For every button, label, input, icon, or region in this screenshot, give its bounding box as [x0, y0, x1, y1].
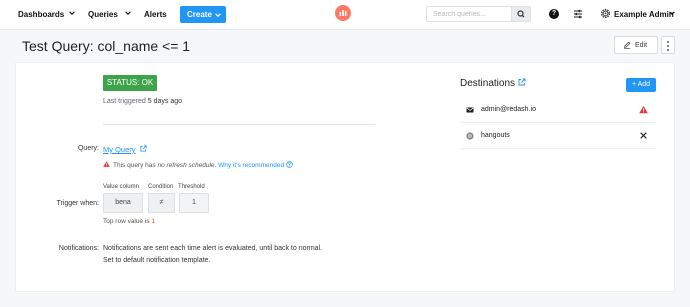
dot-icon	[667, 49, 669, 51]
destination-name: admin@redash.io	[481, 106, 536, 113]
help-icon[interactable]: ?	[549, 9, 559, 19]
page-title: Test Query: col_name <= 1	[22, 38, 191, 54]
search-icon	[517, 10, 525, 18]
edit-button[interactable]: Edit	[614, 36, 658, 54]
help-circle-icon[interactable]	[286, 161, 293, 168]
logo-icon	[339, 10, 347, 21]
hangouts-icon	[466, 132, 474, 140]
dot-icon	[667, 45, 669, 47]
value-column-select[interactable]: bena	[103, 193, 143, 213]
refresh-warning: This query has no refresh schedule. Why …	[113, 161, 293, 169]
warning-icon	[103, 161, 110, 167]
pencil-icon	[624, 41, 631, 49]
notifications-text: Notifications are sent each time alert i…	[103, 245, 323, 252]
top-navbar: Dashboards Queries Alerts Create ?	[0, 0, 690, 30]
create-button-label: Create	[187, 10, 212, 19]
top-row-number: 1	[151, 218, 156, 225]
create-button[interactable]: Create	[180, 6, 226, 23]
trigger-when-label: Trigger when:	[56, 200, 99, 207]
more-options-button[interactable]	[661, 36, 675, 54]
destinations-title-text: Destinations	[460, 78, 516, 89]
close-icon[interactable]	[639, 131, 648, 140]
chevron-down-icon	[215, 13, 221, 17]
nav-dashboards[interactable]: Dashboards	[18, 10, 64, 19]
query-label: Query:	[77, 145, 99, 152]
warning-icon[interactable]	[639, 105, 648, 114]
nav-queries[interactable]: Queries	[88, 10, 118, 19]
warning-emphasis: no refresh schedule	[157, 162, 215, 169]
user-name[interactable]: Example Admin	[614, 10, 674, 19]
status-badge: STATUS: OK	[103, 75, 157, 91]
value-column-header: Value column	[103, 184, 139, 190]
chevron-down-icon[interactable]	[124, 9, 132, 17]
last-triggered-prefix: Last triggered	[103, 98, 146, 105]
destination-name: hangouts	[481, 132, 510, 139]
warning-prefix: This query has	[113, 162, 156, 169]
redash-logo[interactable]	[335, 5, 351, 21]
edit-button-label: Edit	[635, 42, 648, 49]
notification-template-text: Set to default notification template.	[103, 257, 211, 264]
external-link-icon[interactable]	[518, 78, 526, 86]
destination-item: hangouts	[460, 123, 656, 149]
alert-card: STATUS: OK Last triggered 5 days ago Que…	[15, 62, 675, 292]
query-link[interactable]: My Query	[103, 145, 136, 154]
chevron-down-icon[interactable]	[68, 9, 76, 17]
warning-suffix: .	[214, 162, 217, 169]
threshold-header: Threshold	[178, 184, 205, 190]
why-recommended-link[interactable]: Why it's recommended	[218, 162, 284, 169]
last-triggered-value: 5 days ago	[147, 98, 183, 105]
nav-alerts[interactable]: Alerts	[144, 10, 167, 19]
chevron-down-icon[interactable]	[668, 9, 676, 17]
email-icon	[466, 107, 474, 113]
external-link-icon[interactable]	[140, 145, 147, 152]
condition-select[interactable]: ≠	[148, 193, 175, 213]
condition-header: Condition	[148, 184, 174, 190]
user-avatar-gear-icon[interactable]	[600, 8, 611, 19]
top-row-prefix: Top row value is	[103, 218, 150, 225]
add-button-label: Add	[637, 81, 651, 88]
threshold-input[interactable]: 1	[179, 193, 209, 213]
add-destination-button[interactable]: + Add	[626, 78, 656, 92]
dot-icon	[667, 41, 669, 43]
plus-icon: +	[631, 81, 637, 88]
notifications-label: Notifications:	[58, 245, 99, 252]
settings-sliders-icon[interactable]	[573, 9, 583, 19]
divider	[103, 124, 375, 125]
destinations-title: Destinations	[460, 78, 526, 89]
top-row-value: Top row value is 1	[103, 218, 155, 225]
destination-item: admin@redash.io	[460, 97, 656, 123]
search-button[interactable]	[511, 6, 531, 22]
search-input[interactable]	[426, 6, 512, 22]
last-triggered: Last triggered 5 days ago	[103, 98, 182, 105]
